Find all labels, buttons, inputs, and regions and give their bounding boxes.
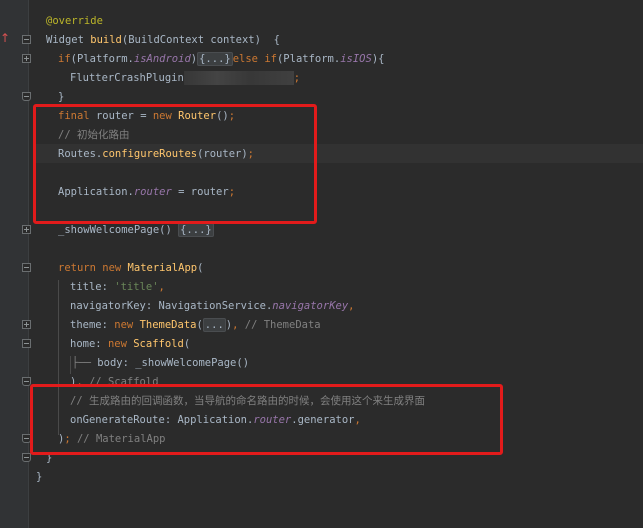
- code-token: (: [183, 338, 191, 350]
- fold-toggle-icon[interactable]: [22, 263, 31, 272]
- code-token: isAndroid: [133, 53, 191, 65]
- code-token: (: [196, 319, 203, 331]
- fold-toggle-icon[interactable]: [22, 453, 31, 462]
- code-token: FlutterCrashPlugin: [70, 72, 184, 84]
- code-token: navigatorKey: [272, 300, 349, 312]
- code-token: (: [197, 262, 204, 274]
- code-token: // ThemeData: [238, 319, 321, 331]
- code-line[interactable]: }: [36, 468, 42, 487]
- code-token: home:: [70, 338, 108, 350]
- code-token: ;: [293, 72, 301, 84]
- code-line[interactable]: if(Platform.isAndroid) {...} else if(Platf…: [58, 50, 384, 69]
- annotation-box: [30, 384, 503, 455]
- code-token: ,: [158, 281, 165, 293]
- code-token: body: _showWelcomePage(): [97, 357, 250, 369]
- code-token: title:: [70, 281, 115, 293]
- code-line[interactable]: Widget build(BuildContext context) {: [46, 31, 280, 50]
- code-line[interactable]: FlutterCrashPlugin;: [70, 69, 300, 88]
- code-line[interactable]: ├── body: _showWelcomePage(): [72, 354, 249, 373]
- code-token: }: [58, 91, 65, 103]
- code-token: (BuildContext context) {: [121, 34, 280, 46]
- code-token: theme:: [70, 319, 115, 331]
- code-token: @override: [46, 15, 103, 27]
- code-token: new: [107, 338, 134, 350]
- code-line[interactable]: navigatorKey: NavigationService.navigato…: [70, 297, 354, 316]
- redacted-region: [183, 71, 294, 85]
- fold-toggle-icon[interactable]: [22, 35, 31, 44]
- code-token: build: [90, 34, 122, 46]
- code-line[interactable]: theme: new ThemeData(...), // ThemeData: [70, 316, 321, 335]
- indent-guide: [70, 356, 71, 374]
- code-token: ,: [348, 300, 355, 312]
- code-token: ThemeData: [139, 319, 197, 331]
- code-line[interactable]: @override: [46, 12, 103, 31]
- code-line[interactable]: title: 'title',: [70, 278, 165, 297]
- code-token: (Platform.: [276, 53, 341, 65]
- code-token: }: [36, 471, 43, 483]
- code-token: _showWelcomePage(): [58, 224, 179, 236]
- code-token: MaterialApp: [127, 262, 198, 274]
- code-token: new: [114, 319, 140, 331]
- fold-toggle-icon[interactable]: [22, 92, 31, 101]
- code-token: if: [58, 53, 71, 65]
- code-token: (Platform.: [70, 53, 134, 65]
- code-token: return new: [58, 262, 128, 274]
- annotation-box: [33, 104, 317, 224]
- code-token: navigatorKey: NavigationService.: [70, 300, 273, 312]
- code-token: isIOS: [340, 53, 372, 65]
- code-token: Scaffold: [133, 338, 184, 350]
- code-line[interactable]: return new MaterialApp(: [58, 259, 203, 278]
- fold-toggle-icon[interactable]: [22, 54, 31, 63]
- folded-code-region[interactable]: {...}: [178, 223, 214, 237]
- fold-toggle-icon[interactable]: [22, 320, 31, 329]
- code-token: else if: [232, 53, 277, 65]
- folded-code-region[interactable]: {...}: [197, 52, 233, 66]
- folded-code-region[interactable]: ...: [202, 318, 226, 332]
- fold-toggle-icon[interactable]: [22, 339, 31, 348]
- code-line[interactable]: home: new Scaffold(: [70, 335, 190, 354]
- code-token: ){: [371, 53, 385, 65]
- tree-branch: ├──: [72, 357, 98, 369]
- code-token: Widget: [46, 34, 91, 46]
- fold-toggle-icon[interactable]: [22, 225, 31, 234]
- code-token: 'title': [114, 281, 159, 293]
